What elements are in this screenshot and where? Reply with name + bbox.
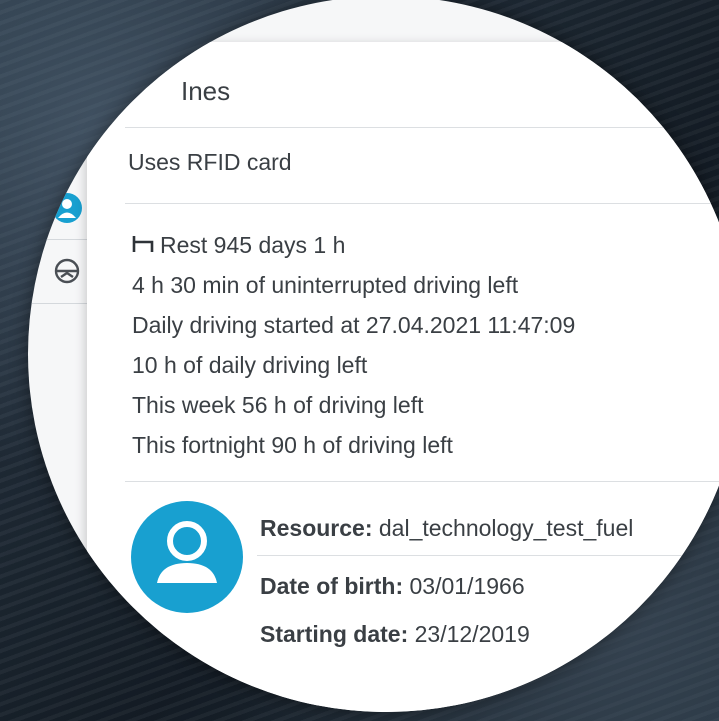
divider	[125, 203, 719, 204]
uninterrupted-driving-left: 4 h 30 min of uninterrupted driving left	[132, 272, 519, 298]
rest-line: Rest 945 days 1 h	[132, 225, 575, 265]
driver-popup: Ines Uses RFID card Rest 945 days 1 h 4 …	[87, 42, 719, 712]
user-avatar-icon	[131, 501, 243, 613]
birth-date-line: Date of birth: 03/01/1966	[260, 573, 525, 600]
daily-driving-left: 10 h of daily driving left	[132, 352, 368, 378]
birth-date-label: Date of birth:	[260, 573, 404, 599]
resource-value: dal_technology_test_fuel	[372, 515, 634, 541]
starting-date-label: Starting date:	[260, 621, 409, 647]
steering-wheel-icon	[52, 256, 82, 286]
starting-date-value: 23/12/2019	[408, 621, 530, 647]
fortnight-driving-left: This fortnight 90 h of driving left	[132, 432, 453, 458]
divider	[257, 555, 719, 556]
user-icon	[52, 193, 82, 223]
weekly-driving-left: This week 56 h of driving left	[132, 392, 424, 418]
bed-icon	[132, 226, 154, 252]
rest-text: Rest 945 days 1 h	[160, 232, 346, 258]
magnifier-lens: Ines Uses RFID card Rest 945 days 1 h 4 …	[28, 0, 719, 712]
resource-label: Resource:	[260, 515, 373, 541]
resource-line: Resource: dal_technology_test_fuel	[260, 515, 633, 542]
driving-status-block: Rest 945 days 1 h 4 h 30 min of uninterr…	[132, 225, 575, 465]
divider	[125, 127, 719, 128]
birth-date-value: 03/01/1966	[403, 573, 525, 599]
driver-name: Ines	[181, 76, 231, 106]
starting-date-line: Starting date: 23/12/2019	[260, 621, 530, 648]
rfid-status: Uses RFID card	[128, 149, 292, 175]
divider	[125, 481, 719, 482]
daily-driving-started: Daily driving started at 27.04.2021 11:4…	[132, 312, 576, 338]
